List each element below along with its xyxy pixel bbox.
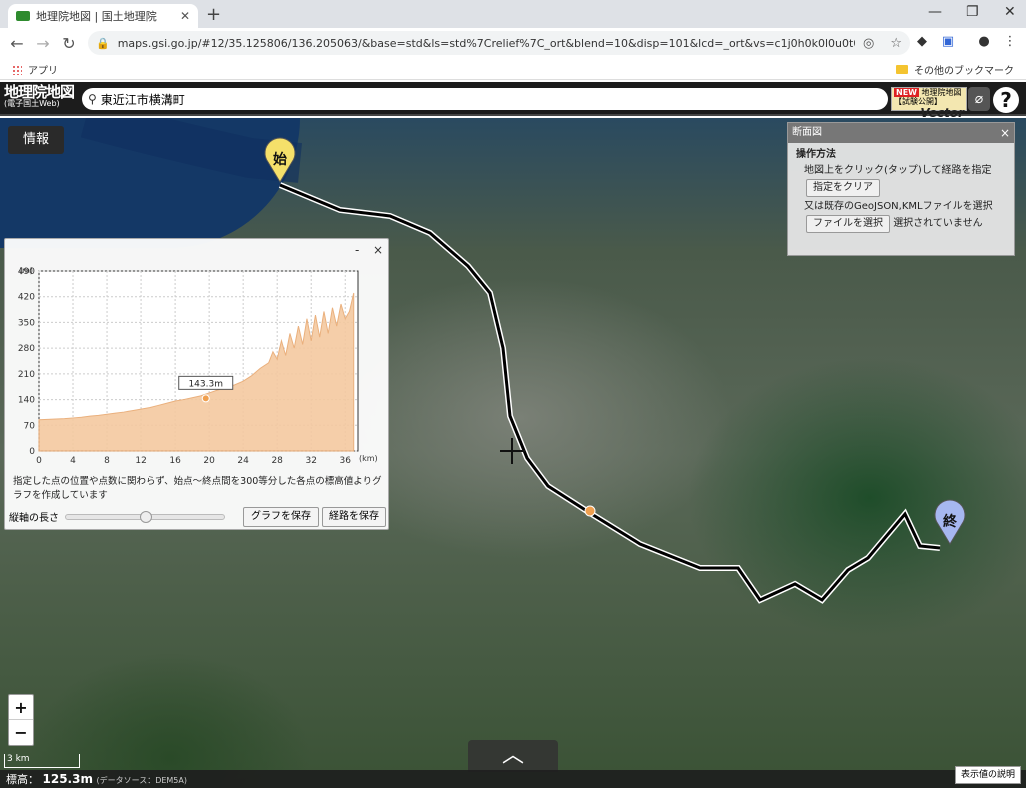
zoom-control: + −: [8, 694, 34, 746]
elevation-label: 標高：: [6, 773, 39, 786]
x-tick-label: 28: [271, 456, 283, 466]
elevation-chart[interactable]: 0701402102803504204900 4 8 12 16 20 24 28 32 36(m…: [5, 239, 390, 469]
clear-route-button[interactable]: 指定をクリア: [806, 179, 880, 197]
save-graph-button[interactable]: グラフを保存: [243, 507, 319, 527]
section-panel-title: 断面図: [792, 127, 822, 138]
bookmark-star-icon[interactable]: ☆: [890, 36, 902, 51]
browser-tab-strip: 地理院地図 | 国土地理院 ✕ + — ❐ ✕: [0, 0, 1026, 28]
gsi-logo[interactable]: 地理院地図 (電子国土Web): [4, 83, 75, 108]
search-icon[interactable]: ⚲: [88, 92, 97, 106]
route-position-dot: [584, 505, 596, 517]
zoom-in-button[interactable]: +: [9, 695, 33, 720]
y-axis-label: (m): [19, 266, 33, 275]
other-bookmarks[interactable]: その他のブックマーク: [896, 62, 1014, 77]
logo-subtitle: (電子国土Web): [4, 99, 60, 108]
y-tick-label: 280: [18, 344, 35, 354]
ops-text: 地図上をクリック(タップ)して経路を指定: [804, 165, 992, 176]
y-tick-label: 420: [18, 293, 35, 303]
scale-bar: 3 km: [4, 754, 80, 768]
info-button[interactable]: 情報: [8, 126, 64, 154]
paperclip-icon[interactable]: ⌀: [968, 87, 990, 111]
axis-length-row: 縦軸の長さ: [9, 509, 225, 524]
apps-grid-icon: [12, 64, 22, 75]
window-close-icon[interactable]: ✕: [1004, 4, 1016, 20]
y-tick-label: 140: [18, 396, 35, 406]
x-tick-label: 8: [104, 456, 110, 466]
x-axis-label: (km): [359, 454, 378, 463]
status-bar: 標高： 125.3m (データソース：DEM5A): [0, 770, 1026, 788]
y-tick-label: 210: [18, 370, 35, 380]
search-input[interactable]: [100, 92, 888, 106]
gsi-header: 地理院地図 (電子国土Web) ⚲ NEW 地理院地図【試験公開】 Vector…: [0, 82, 1026, 119]
end-marker-label: 終: [943, 513, 958, 530]
choose-file-button[interactable]: ファイルを選択: [806, 215, 890, 233]
logo-title: 地理院地図: [4, 83, 75, 101]
url-text: maps.gsi.go.jp/#12/35.125806/136.205063/…: [117, 36, 855, 50]
y-tick-label: 70: [24, 421, 36, 431]
place-search: ⚲: [82, 88, 888, 110]
new-badge: NEW: [894, 88, 919, 97]
bottom-panel-toggle[interactable]: ︿: [468, 740, 558, 772]
bookmarks-bar: アプリ その他のブックマーク: [0, 58, 1026, 80]
forward-arrow-icon[interactable]: →: [30, 34, 56, 53]
axis-length-label: 縦軸の長さ: [9, 513, 59, 524]
vector-link-button[interactable]: NEW 地理院地図【試験公開】 Vector: [891, 87, 967, 119]
elevation-value: 125.3m: [42, 772, 93, 786]
profile-avatar-icon[interactable]: ●: [976, 34, 992, 50]
section-panel-body: 操作方法 地図上をクリック(タップ)して経路を指定 指定をクリア 又は既存のGe…: [788, 143, 1014, 237]
chart-tooltip-text: 143.3m: [188, 379, 223, 389]
x-tick-label: 16: [169, 456, 181, 466]
browser-menu-icon[interactable]: ⋮: [1002, 34, 1018, 50]
map-canvas[interactable]: 始 終 情報 - × 0 70 140 210 280 350 420 490 0 4 8 12 16 2…: [0, 118, 1026, 788]
x-tick-label: 36: [340, 456, 352, 466]
profile-close-button[interactable]: ×: [373, 243, 383, 257]
value-legend-button[interactable]: 表示値の説明: [955, 766, 1021, 784]
chart-marker-dot: [201, 394, 210, 403]
x-tick-label: 4: [70, 456, 76, 466]
y-tick-label: 350: [18, 318, 35, 328]
address-bar[interactable]: 🔒 maps.gsi.go.jp/#12/35.125806/136.20506…: [88, 31, 910, 55]
window-restore-icon[interactable]: ❐: [966, 4, 979, 20]
tab-title: 地理院地図 | 国土地理院: [36, 10, 157, 23]
profile-minimize-button[interactable]: -: [355, 243, 359, 257]
slider-thumb[interactable]: [140, 510, 152, 523]
profile-note: 指定した点の位置や点数に関わらず、始点～終点間を300等分した各点の標高値よりグ…: [13, 476, 382, 501]
file-text: 又は既存のGeoJSON,KMLファイルを選択: [804, 201, 993, 212]
section-close-button[interactable]: ×: [1000, 123, 1010, 143]
section-panel-header: 断面図 ×: [788, 123, 1014, 143]
save-route-button[interactable]: 経路を保存: [322, 507, 386, 527]
axis-length-slider[interactable]: [65, 510, 225, 523]
window-minimize-icon[interactable]: —: [928, 4, 942, 20]
new-tab-button[interactable]: +: [206, 4, 221, 25]
ops-title: 操作方法: [796, 149, 836, 160]
zoom-out-button[interactable]: −: [9, 720, 33, 745]
site-favicon-icon: [16, 11, 30, 21]
apps-label: アプリ: [28, 66, 58, 77]
help-button[interactable]: ?: [993, 87, 1019, 113]
file-status: 選択されていません: [893, 218, 983, 229]
browser-toolbar: ← → ↻ 🔒 maps.gsi.go.jp/#12/35.125806/136…: [0, 28, 1026, 58]
reload-icon[interactable]: ↻: [56, 34, 82, 53]
apps-shortcut[interactable]: アプリ: [12, 62, 58, 77]
x-tick-label: 20: [203, 456, 215, 466]
x-tick-label: 32: [305, 456, 316, 466]
tab-close-icon[interactable]: ✕: [180, 9, 190, 23]
start-marker-label: 始: [273, 151, 287, 168]
location-icon[interactable]: ◎: [863, 36, 874, 51]
lock-icon: 🔒: [96, 36, 110, 50]
end-marker: 終: [934, 499, 966, 545]
x-tick-label: 0: [36, 456, 42, 466]
extension-icon[interactable]: ◆: [914, 34, 930, 50]
translate-extension-icon[interactable]: ▣: [940, 34, 956, 50]
cross-section-panel: 断面図 × 操作方法 地図上をクリック(タップ)して経路を指定 指定をクリア 又…: [787, 122, 1015, 256]
elevation-profile-window: - × 0 70 140 210 280 350 420 490 0 4 8 12 16 20 24 28 32…: [4, 238, 389, 530]
folder-icon: [896, 65, 908, 74]
elevation-source: (データソース：DEM5A): [96, 776, 187, 785]
y-tick-label: 0: [29, 447, 35, 457]
back-arrow-icon[interactable]: ←: [4, 34, 30, 53]
x-tick-label: 12: [135, 456, 146, 466]
x-tick-label: 24: [237, 456, 249, 466]
browser-tab[interactable]: 地理院地図 | 国土地理院 ✕: [8, 4, 198, 28]
other-bookmarks-label: その他のブックマーク: [914, 66, 1014, 77]
